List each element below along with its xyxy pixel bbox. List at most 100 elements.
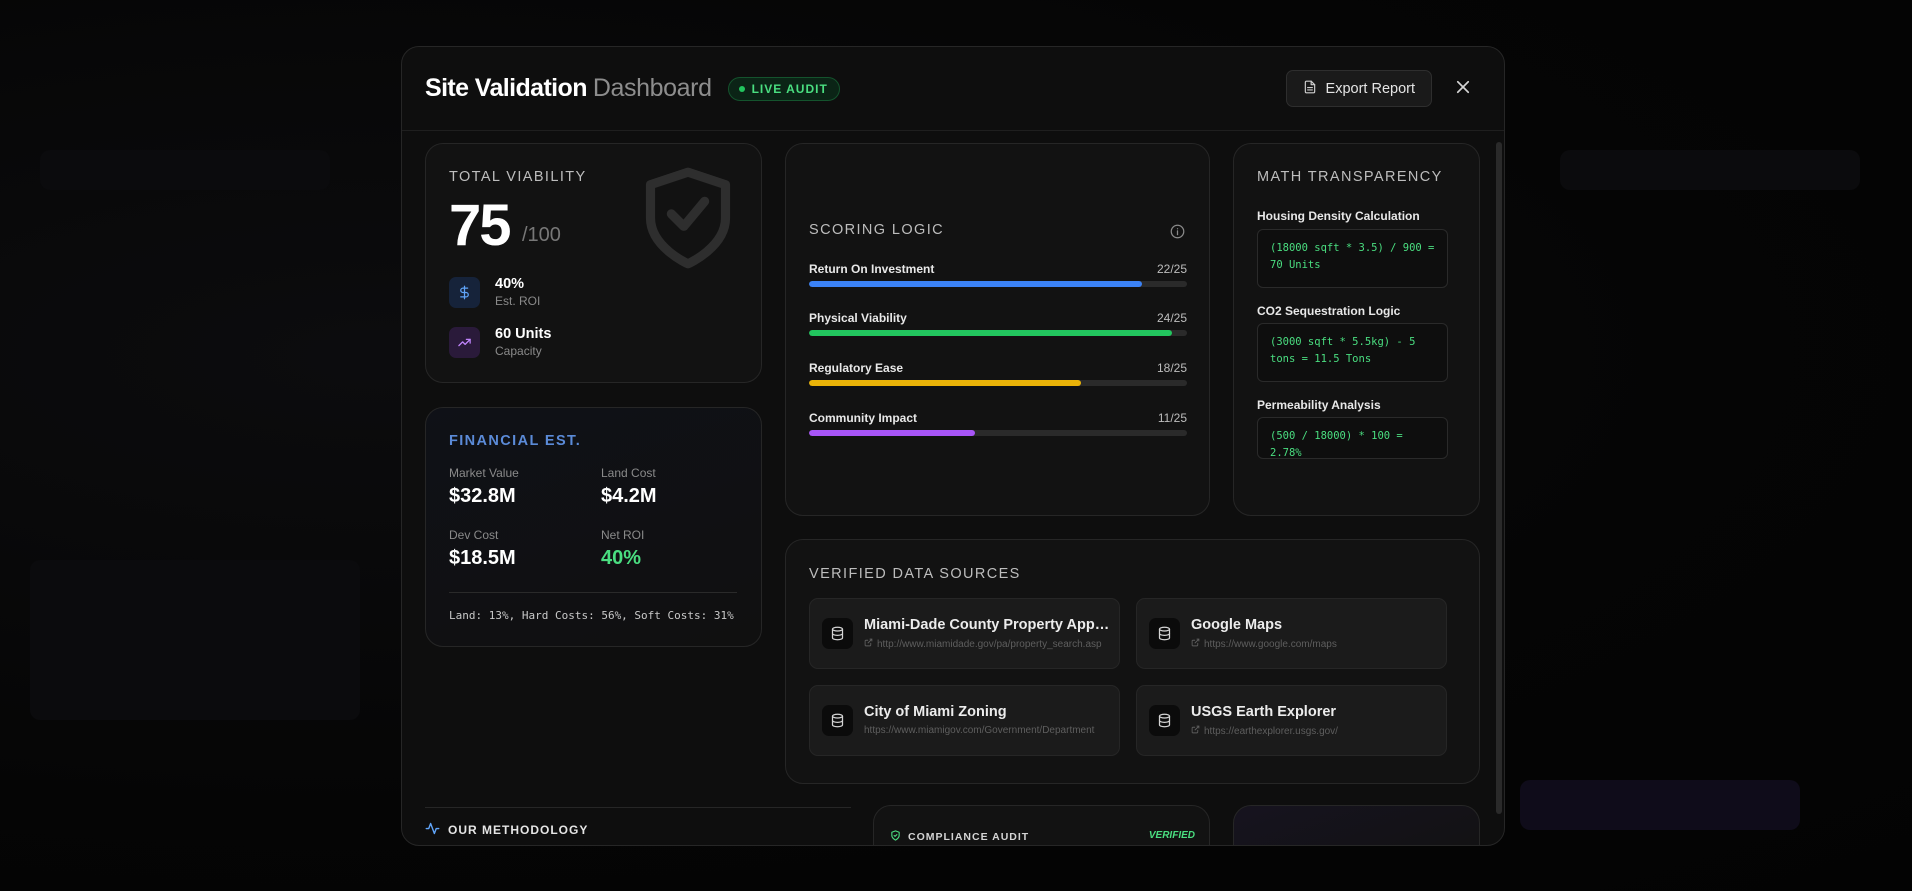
bg-block [40, 150, 330, 190]
bg-block [1520, 780, 1800, 830]
info-icon[interactable] [1170, 224, 1185, 244]
score-bar-value: 24/25 [1156, 311, 1187, 325]
source-name: Miami-Dade County Property Appra... [864, 617, 1112, 633]
score-bar-track [809, 380, 1187, 386]
activity-icon [425, 821, 440, 839]
page-title: Site Validation [425, 74, 587, 102]
scoring-logic-card: SCORING LOGIC Return On Investment 22/25 P… [785, 143, 1210, 516]
source-url-text: https://www.miamigov.com/Government/Depa… [864, 725, 1095, 736]
math-title: Housing Density Calculation [1257, 209, 1420, 223]
stat-roi-label: Est. ROI [495, 294, 541, 308]
source-name: Google Maps [1191, 617, 1283, 633]
page-title-sub: Dashboard [592, 74, 712, 102]
database-icon [1149, 618, 1180, 649]
score-bar-fill [809, 281, 1142, 287]
fin-label: Net ROI [601, 528, 645, 542]
compliance-label: COMPLIANCE AUDIT [908, 831, 1030, 843]
source-item[interactable]: USGS Earth Explorer https://earthexplore… [1136, 685, 1447, 756]
fin-label: Dev Cost [449, 528, 499, 542]
export-report-button[interactable]: Export Report [1285, 70, 1432, 107]
compliance-heading: COMPLIANCE AUDIT [890, 830, 1029, 844]
export-report-label: Export Report [1325, 80, 1415, 97]
fin-market-value: Market Value $32.8M [449, 466, 519, 508]
financial-estimate-card: FINANCIAL EST. Market Value $32.8M Land … [425, 407, 762, 647]
bg-block [30, 560, 360, 720]
viability-score-max: /100 [522, 224, 561, 246]
fin-value: $32.8M [449, 485, 516, 507]
external-link-icon [864, 638, 873, 650]
math-title: CO2 Sequestration Logic [1257, 304, 1401, 318]
source-url-text: http://www.miamidade.gov/pa/property_sea… [877, 638, 1102, 650]
formula-box: (3000 sqft * 5.5kg) - 5 tons = 11.5 Tons [1257, 323, 1448, 382]
score-bar-name: Return On Investment [809, 262, 935, 276]
scoring-logic-label: SCORING LOGIC [809, 222, 945, 238]
fin-value: $18.5M [449, 547, 516, 569]
dollar-icon [449, 276, 480, 308]
verified-sources-card: VERIFIED DATA SOURCES Miami-Dade County … [785, 539, 1480, 784]
fin-label: Land Cost [601, 466, 656, 480]
live-dot-icon [738, 85, 745, 92]
live-audit-label: LIVE AUDIT [751, 81, 828, 96]
trend-up-icon [449, 326, 480, 358]
score-bar-value: 18/25 [1156, 361, 1187, 375]
math-transparency-label: MATH TRANSPARENCY [1257, 169, 1443, 185]
score-bar-value: 22/25 [1156, 262, 1187, 276]
modal-header: Site Validation Dashboard LIVE AUDIT Exp… [402, 47, 1504, 131]
score-bar-fill [809, 380, 1082, 386]
score-bar-head: Regulatory Ease 18/25 [809, 361, 1187, 375]
stat-capacity: 60 Units Capacity [449, 326, 551, 358]
divider [449, 592, 737, 593]
compliance-audit-card: COMPLIANCE AUDIT VERIFIED [873, 805, 1210, 845]
score-bar-fill [809, 430, 976, 436]
shield-check-icon [890, 830, 901, 844]
source-url-text: https://earthexplorer.usgs.gov/ [1204, 725, 1338, 737]
financial-estimate-label: FINANCIAL EST. [449, 433, 582, 449]
score-bar-row: Physical Viability 24/25 [809, 311, 1187, 336]
close-icon [1454, 78, 1472, 101]
document-icon [1303, 80, 1317, 98]
bg-block [1560, 150, 1860, 190]
formula-box: (500 / 18000) * 100 = 2.78% [1257, 417, 1448, 459]
source-item[interactable]: Miami-Dade County Property Appra... http… [809, 598, 1120, 669]
score-bar-head: Physical Viability 24/25 [809, 311, 1187, 325]
source-url[interactable]: http://www.miamidade.gov/pa/property_sea… [864, 638, 1114, 650]
fin-value: 40% [601, 547, 642, 569]
source-item[interactable]: Google Maps https://www.google.com/maps [1136, 598, 1447, 669]
fin-dev-cost: Dev Cost $18.5M [449, 528, 516, 570]
score-bar-head: Community Impact 11/25 [809, 411, 1187, 425]
source-name: USGS Earth Explorer [1191, 704, 1337, 720]
fin-land-cost: Land Cost $4.2M [601, 466, 657, 508]
methodology-label: OUR METHODOLOGY [448, 823, 589, 837]
score-bar-fill [809, 330, 1172, 336]
source-url[interactable]: https://earthexplorer.usgs.gov/ [1191, 725, 1441, 737]
score-bar-track [809, 430, 1187, 436]
validation-modal: Site Validation Dashboard LIVE AUDIT Exp… [401, 46, 1505, 846]
database-icon [822, 618, 853, 649]
total-viability-label: TOTAL VIABILITY [449, 169, 587, 185]
verified-sources-label: VERIFIED DATA SOURCES [809, 566, 1021, 582]
score-bar-row: Return On Investment 22/25 [809, 262, 1187, 287]
stat-capacity-label: Capacity [495, 344, 542, 358]
score-bar-track [809, 281, 1187, 287]
bottom-right-card [1233, 805, 1480, 845]
fin-net-roi: Net ROI 40% [601, 528, 644, 570]
stat-roi: 40% Est. ROI [449, 276, 540, 308]
formula-box: (18000 sqft * 3.5) / 900 = 70 Units [1257, 229, 1448, 288]
fin-value: $4.2M [601, 485, 657, 507]
source-item[interactable]: City of Miami Zoning https://www.miamigo… [809, 685, 1120, 756]
source-url[interactable]: https://www.google.com/maps [1191, 638, 1441, 650]
close-button[interactable] [1452, 78, 1474, 100]
source-url[interactable]: https://www.miamigov.com/Government/Depa… [864, 725, 1114, 736]
database-icon [1149, 705, 1180, 736]
scrollbar[interactable] [1496, 142, 1502, 814]
score-bar-name: Community Impact [809, 411, 918, 425]
live-audit-badge: LIVE AUDIT [727, 76, 840, 101]
shield-check-icon [638, 162, 738, 279]
score-bar-value: 11/25 [1157, 411, 1187, 425]
viability-score: 75 [449, 193, 511, 258]
database-icon [822, 705, 853, 736]
external-link-icon [1191, 638, 1200, 650]
score-bar-track [809, 330, 1187, 336]
score-bar-name: Physical Viability [809, 311, 907, 325]
math-transparency-card: MATH TRANSPARENCY Housing Density Calcul… [1233, 143, 1480, 516]
